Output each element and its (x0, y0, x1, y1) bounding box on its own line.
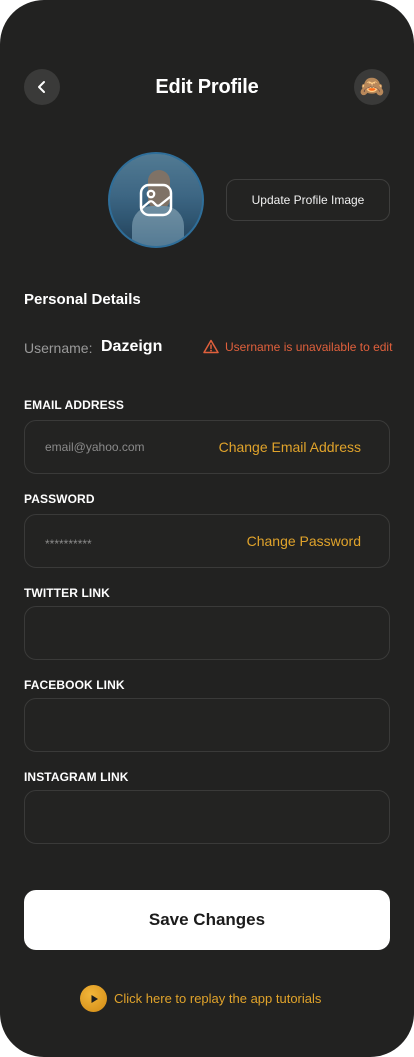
email-value: email@yahoo.com (45, 440, 145, 454)
instagram-label: INSTAGRAM LINK (24, 770, 129, 784)
username-warning: Username is unavailable to edit (203, 339, 392, 354)
monkey-emoji-icon: 🙈 (359, 76, 385, 98)
image-icon (139, 183, 173, 217)
facebook-label: FACEBOOK LINK (24, 678, 125, 692)
email-label: EMAIL ADDRESS (24, 398, 124, 412)
save-changes-button[interactable]: Save Changes (24, 890, 390, 950)
replay-tutorial-label: Click here to replay the app tutorials (114, 991, 322, 1006)
play-icon (80, 985, 107, 1012)
password-field[interactable]: ********** Change Password (24, 514, 390, 568)
user-avatar-button[interactable]: 🙈 (354, 69, 390, 105)
email-field[interactable]: email@yahoo.com Change Email Address (24, 420, 390, 474)
twitter-link-field[interactable] (24, 606, 390, 660)
password-value: ********** (45, 537, 92, 551)
change-email-link[interactable]: Change Email Address (219, 439, 361, 455)
username-value: Dazeign (101, 338, 163, 355)
section-title-personal-details: Personal Details (24, 291, 141, 308)
facebook-link-field[interactable] (24, 698, 390, 752)
username-warning-text: Username is unavailable to edit (225, 339, 393, 354)
replay-tutorial-link[interactable]: Click here to replay the app tutorials (80, 985, 321, 1012)
twitter-label: TWITTER LINK (24, 586, 110, 600)
username-label: Username: (24, 340, 93, 356)
update-profile-image-button[interactable]: Update Profile Image (226, 179, 390, 221)
page-title: Edit Profile (155, 76, 259, 98)
instagram-link-field[interactable] (24, 790, 390, 844)
profile-avatar[interactable] (108, 152, 204, 248)
phone-screen: Edit Profile 🙈 Update Profile Image Pers… (0, 0, 414, 1057)
password-label: PASSWORD (24, 492, 95, 506)
warning-icon (203, 339, 219, 354)
change-password-link[interactable]: Change Password (247, 533, 361, 549)
